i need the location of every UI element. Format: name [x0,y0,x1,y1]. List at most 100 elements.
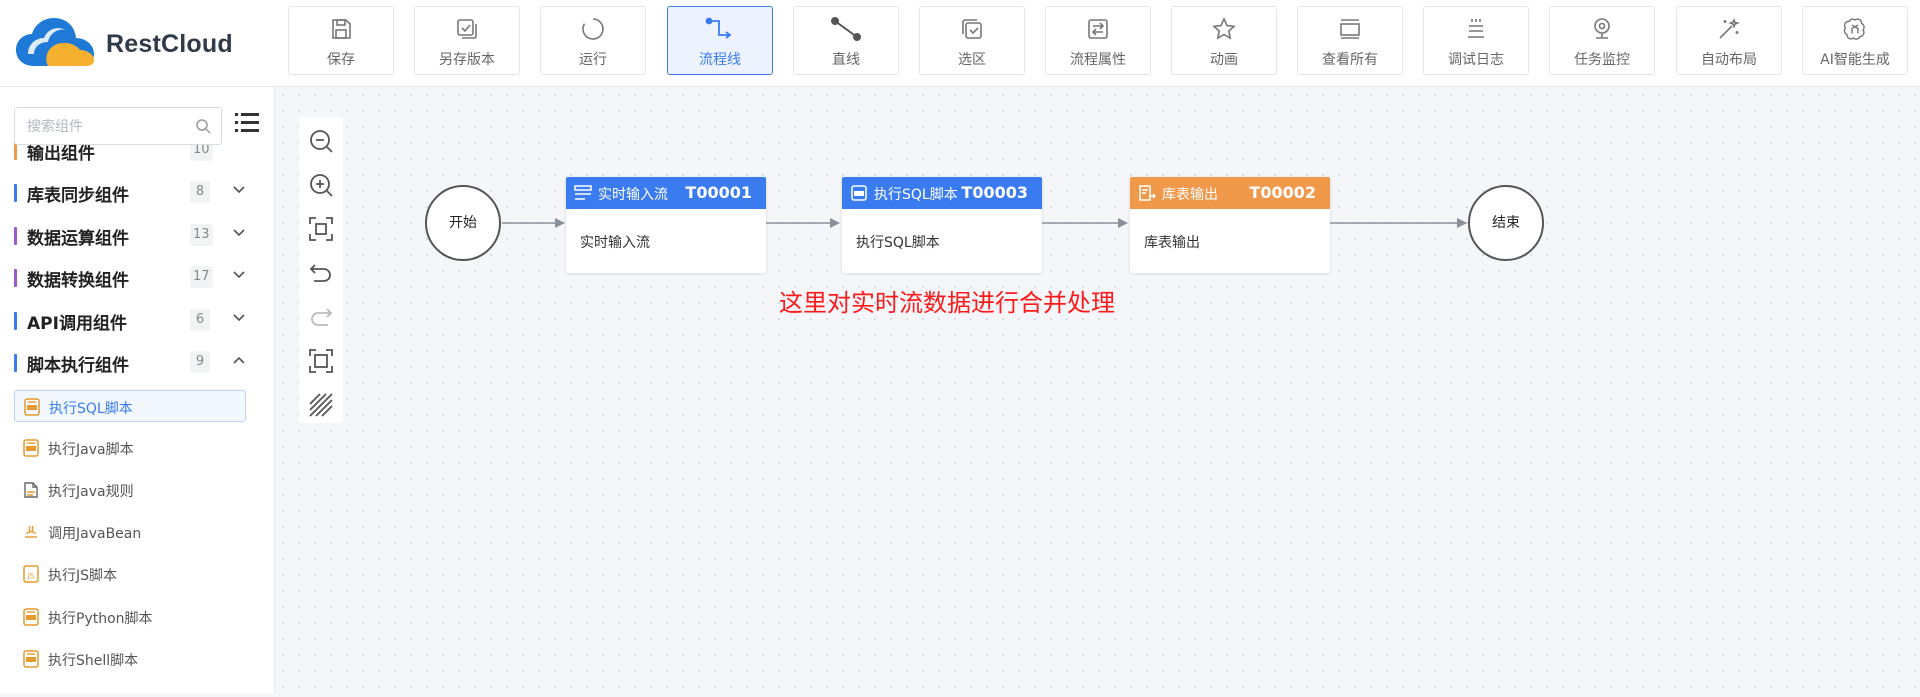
animation-button[interactable]: 动画 [1171,6,1277,75]
task-node-id: T00002 [1249,183,1316,202]
component-item-shell-script[interactable]: 执行Shell脚本 [14,643,246,675]
group-count: 6 [190,309,210,331]
debug-log-icon [1468,19,1484,38]
save-version-button[interactable]: 另存版本 [414,6,520,75]
sql-script-icon [24,398,40,416]
group-data-compute[interactable]: 数据运算组件 13 [0,216,274,256]
component-item-label: 执行Java脚本 [48,442,134,458]
group-label: 脚本执行组件 [27,356,129,376]
flow-properties-icon [1088,19,1108,39]
app-logo[interactable]: RestCloud [14,14,234,72]
view-all-button[interactable]: 查看所有 [1297,6,1403,75]
group-api-call[interactable]: API调用组件 6 [0,301,274,341]
task-node-title: 库表输出 [1162,187,1218,203]
java-rule-icon [24,482,38,498]
task-node-stream-input[interactable]: 实时输入流 T00001 实时输入流 [566,177,766,273]
task-node-header: 库表输出 T00002 [1130,177,1330,209]
task-node-header: 执行SQL脚本 T00003 [842,177,1042,209]
group-marker [14,354,17,372]
search-icon[interactable] [195,118,211,134]
component-item-java-rule[interactable]: 执行Java规则 [14,474,246,506]
auto-layout-icon [1719,18,1741,39]
task-node-table-output[interactable]: 库表输出 T00002 库表输出 [1130,177,1330,273]
component-item-label: 调用JavaBean [48,526,142,542]
group-label: 库表同步组件 [27,186,129,206]
component-item-label: 执行Java规则 [48,484,134,500]
debug-log-button[interactable]: 调试日志 [1423,6,1529,75]
task-node-body: 执行SQL脚本 [856,235,940,251]
ai-generate-button[interactable]: AI智能生成 [1802,6,1908,75]
task-node-title: 实时输入流 [598,187,668,203]
js-script-icon: JS [23,565,39,583]
group-count: 8 [190,181,210,203]
run-icon [582,18,604,40]
task-node-body: 实时输入流 [580,235,650,251]
group-count: 9 [190,351,210,373]
python-script-icon [23,608,39,626]
group-marker [14,184,17,202]
component-item-sql-script[interactable]: 执行SQL脚本 [14,390,246,422]
flow-properties-button-label: 流程属性 [1070,52,1126,68]
component-item-javabean[interactable]: 调用JavaBean [14,516,246,548]
view-all-icon [1340,19,1360,39]
group-label: 数据运算组件 [27,229,129,249]
ai-generate-button-label: AI智能生成 [1820,52,1890,68]
flow-properties-button[interactable]: 流程属性 [1045,6,1151,75]
component-item-label: 执行SQL脚本 [49,401,133,417]
component-item-java-script[interactable]: 执行Java脚本 [14,432,246,464]
canvas-annotation-text[interactable]: 这里对实时流数据进行合并处理 [779,283,1115,318]
save-icon [332,19,351,39]
animation-icon [1212,17,1236,40]
stream-input-icon [574,185,592,200]
flow-line-button[interactable]: 流程线 [667,6,773,75]
svg-text:JS: JS [27,572,35,580]
group-marker [14,227,17,245]
flow-line-icon [705,17,732,39]
component-sidebar: 输出组件 10 库表同步组件 8 数据运算组件 13 数据转换组件 17 API… [0,87,275,693]
flow-canvas[interactable]: 开始 实时输入流 T00001 实时输入流 执行SQL脚本 T00003 执行S… [275,87,1920,693]
component-item-js-script[interactable]: JS 执行JS脚本 [14,558,246,590]
save-button[interactable]: 保存 [288,6,394,75]
animation-button-label: 动画 [1210,52,1238,68]
chevron-up-icon [233,356,245,364]
flow-edges [502,218,1467,228]
select-area-button-label: 选区 [958,52,986,68]
group-script-exec[interactable]: 脚本执行组件 9 [0,343,274,383]
auto-layout-button-label: 自动布局 [1701,52,1757,68]
end-node[interactable]: 结束 [1468,185,1544,261]
component-item-label: 执行Python脚本 [48,611,153,627]
group-label: API调用组件 [27,314,127,334]
task-node-sql-script[interactable]: 执行SQL脚本 T00003 执行SQL脚本 [842,177,1042,273]
save-button-label: 保存 [327,52,355,68]
straight-line-button[interactable]: 直线 [793,6,899,75]
group-count: 17 [190,266,213,288]
task-node-body: 库表输出 [1144,235,1200,251]
run-button-label: 运行 [579,52,607,68]
group-data-transform[interactable]: 数据转换组件 17 [0,258,274,298]
component-item-python-script[interactable]: 执行Python脚本 [14,601,246,633]
task-node-header: 实时输入流 T00001 [566,177,766,209]
task-monitor-icon [1594,18,1610,39]
auto-layout-button[interactable]: 自动布局 [1676,6,1782,75]
debug-log-button-label: 调试日志 [1448,52,1504,68]
task-monitor-button[interactable]: 任务监控 [1549,6,1655,75]
task-node-id: T00001 [685,183,752,202]
run-button[interactable]: 运行 [540,6,646,75]
table-output-icon [1139,185,1156,201]
app-name: RestCloud [106,30,233,58]
start-node[interactable]: 开始 [425,185,501,261]
java-script-icon [23,439,39,457]
chevron-down-icon [233,186,245,194]
group-table-sync[interactable]: 库表同步组件 8 [0,173,274,213]
cloud-logo-icon [16,18,94,66]
group-marker [14,269,17,287]
select-area-button[interactable]: 选区 [919,6,1025,75]
ai-generate-icon [1843,18,1865,40]
chevron-down-icon [233,229,245,237]
search-box[interactable] [14,107,222,146]
chevron-down-icon [233,314,245,322]
list-view-icon[interactable] [235,112,259,134]
shell-script-icon [23,650,39,668]
search-input[interactable] [15,108,199,146]
view-all-button-label: 查看所有 [1322,52,1378,68]
